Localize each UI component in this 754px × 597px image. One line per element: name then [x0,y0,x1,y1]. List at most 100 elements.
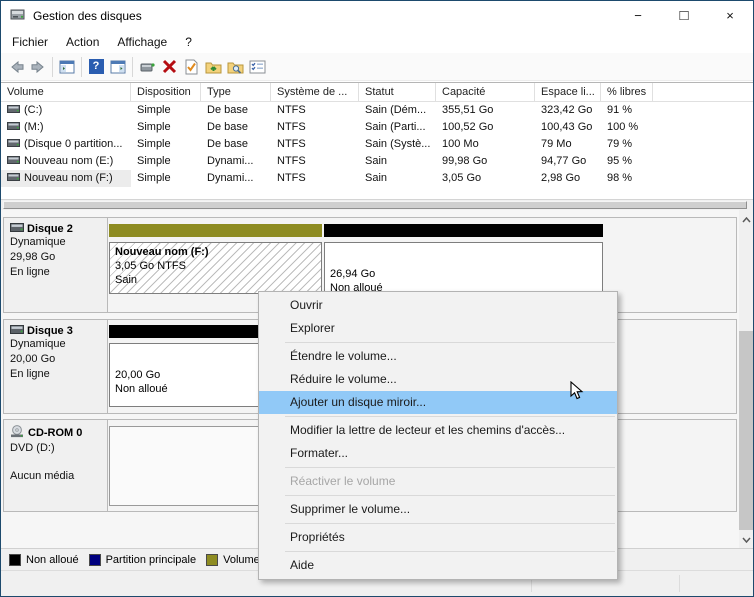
legend-swatch-unallocated [9,553,21,566]
scroll-up-icon[interactable] [739,212,753,228]
menu-affichage[interactable]: Affichage [108,32,176,52]
delete-icon[interactable] [158,56,180,78]
cell-statut: Sain (Dém... [365,104,427,116]
table-row-selected[interactable]: Nouveau nom (F:) Simple Dynami... NTFS S… [1,170,753,187]
disk-header-cdrom0[interactable]: CD-ROM 0 DVD (D:) Aucun média [4,420,108,511]
partition-color-bar [109,224,322,237]
menu-separator [285,416,615,417]
cell-volume: Nouveau nom (F:) [24,172,113,184]
help-icon[interactable]: ? [85,56,107,78]
partition-status: Sain [115,274,138,286]
disk-name: CD-ROM 0 [28,427,83,439]
volume-list: Volume Disposition Type Système de ... S… [1,82,753,199]
menu-fichier[interactable]: Fichier [3,32,57,52]
cell-type: Dynami... [207,155,254,167]
cell-statut: Sain [365,155,388,167]
col-statut[interactable]: Statut [359,83,436,101]
disk-header-disque3[interactable]: Disque 3 Dynamique 20,00 Go En ligne [4,320,108,413]
cell-capacite: 99,98 Go [442,155,488,167]
menu-action[interactable]: Action [57,32,108,52]
menu-item-explorer[interactable]: Explorer [259,317,617,340]
disk-icon [10,223,24,235]
disk-kind: DVD (D:) [10,442,55,454]
legend-label: Partition principale [105,553,197,566]
col-disposition[interactable]: Disposition [131,83,201,101]
partition-nouveau-nom-f[interactable]: Nouveau nom (F:) 3,05 Go NTFS Sain [109,224,322,294]
menu-item-modifier-lettre-lecteur[interactable]: Modifier la lettre de lecteur et les che… [259,419,617,442]
cell-disposition: Simple [137,155,171,167]
cell-capacite: 100,52 Go [442,121,494,133]
table-row[interactable]: (Disque 0 partition... Simple De base NT… [1,136,753,153]
partition-title: Nouveau nom (F:) [115,246,209,258]
table-row[interactable]: (C:) Simple De base NTFS Sain (Dém... 35… [1,102,753,119]
col-espace[interactable]: Espace li... [535,83,601,101]
col-type[interactable]: Type [201,83,271,101]
folder-search-icon[interactable] [224,56,246,78]
menu-item-formater[interactable]: Formater... [259,442,617,465]
cell-type: De base [207,138,248,150]
menu-item-ouvrir[interactable]: Ouvrir [259,294,617,317]
menu-separator [285,467,615,468]
checklist-icon[interactable] [246,56,268,78]
table-row[interactable]: Nouveau nom (E:) Simple Dynami... NTFS S… [1,153,753,170]
disk-header-disque2[interactable]: Disque 2 Dynamique 29,98 Go En ligne [4,218,108,312]
validate-document-icon[interactable] [180,56,202,78]
table-row[interactable]: (M:) Simple De base NTFS Sain (Parti... … [1,119,753,136]
col-systeme[interactable]: Système de ... [271,83,359,101]
cell-volume: (C:) [24,104,43,116]
menu-item-reactiver-le-volume: Réactiver le volume [290,474,396,488]
toolbar-separator [81,56,82,77]
forward-icon[interactable] [27,56,49,78]
close-button[interactable]: × [707,1,753,30]
menu-item-aide[interactable]: Aide [259,554,617,577]
cell-volume: (Disque 0 partition... [24,138,123,150]
cell-capacite: 3,05 Go [442,172,482,184]
volume-list-header: Volume Disposition Type Système de ... S… [1,83,753,102]
col-capacite[interactable]: Capacité [436,83,535,101]
window-title: Gestion des disques [33,9,142,23]
disk-name: Disque 2 [27,223,73,235]
toolbar-separator [132,56,133,77]
cell-volume: Nouveau nom (E:) [24,155,114,167]
toolbar: ? [1,53,753,81]
scroll-down-icon[interactable] [739,532,753,548]
col-volume[interactable]: Volume [1,83,131,101]
back-icon[interactable] [5,56,27,78]
minimize-button[interactable]: − [615,1,661,30]
disk-status: Aucun média [10,470,75,482]
cell-systeme: NTFS [277,155,306,167]
cell-disposition: Simple [137,172,171,184]
menu-item-proprietes[interactable]: Propriétés [259,526,617,549]
disk-status: En ligne [10,368,50,380]
vertical-scrollbar-thumb[interactable] [739,331,753,530]
menu-item-etendre-le-volume[interactable]: Étendre le volume... [259,345,617,368]
legend-swatch-simple-volume [206,553,219,566]
horizontal-scrollbar[interactable] [1,199,753,210]
partition-unallocated-disque2[interactable]: 26,94 Go Non alloué [324,224,603,294]
vertical-scrollbar[interactable] [739,210,753,548]
show-console-tree-icon[interactable] [56,56,78,78]
folder-up-icon[interactable] [202,56,224,78]
cell-statut: Sain (Parti... [365,121,426,133]
cell-systeme: NTFS [277,121,306,133]
menu-help[interactable]: ? [176,32,201,52]
cell-libres: 95 % [607,155,633,167]
cell-espace: 100,43 Go [541,121,593,133]
cell-capacite: 355,51 Go [442,104,494,116]
legend-item-primary-partition: Partition principale [88,553,197,566]
menu-bar: Fichier Action Affichage ? [1,31,753,53]
legend-swatch-primary [88,553,101,566]
maximize-button[interactable]: □ [661,1,707,30]
col-libres[interactable]: % libres [601,83,653,101]
popup-window-icon[interactable] [136,56,158,78]
menu-item-ajouter-un-disque-miroir[interactable]: Ajouter un disque miroir... [259,391,617,414]
show-action-pane-icon[interactable] [107,56,129,78]
volume-icon [7,136,20,153]
col-filler [653,83,753,101]
cell-type: De base [207,121,248,133]
menu-item-reduire-le-volume[interactable]: Réduire le volume... [259,368,617,391]
disk-icon [10,325,24,337]
horizontal-scrollbar-thumb[interactable] [3,201,747,209]
cell-systeme: NTFS [277,138,306,150]
menu-item-supprimer-le-volume[interactable]: Supprimer le volume... [259,498,617,521]
